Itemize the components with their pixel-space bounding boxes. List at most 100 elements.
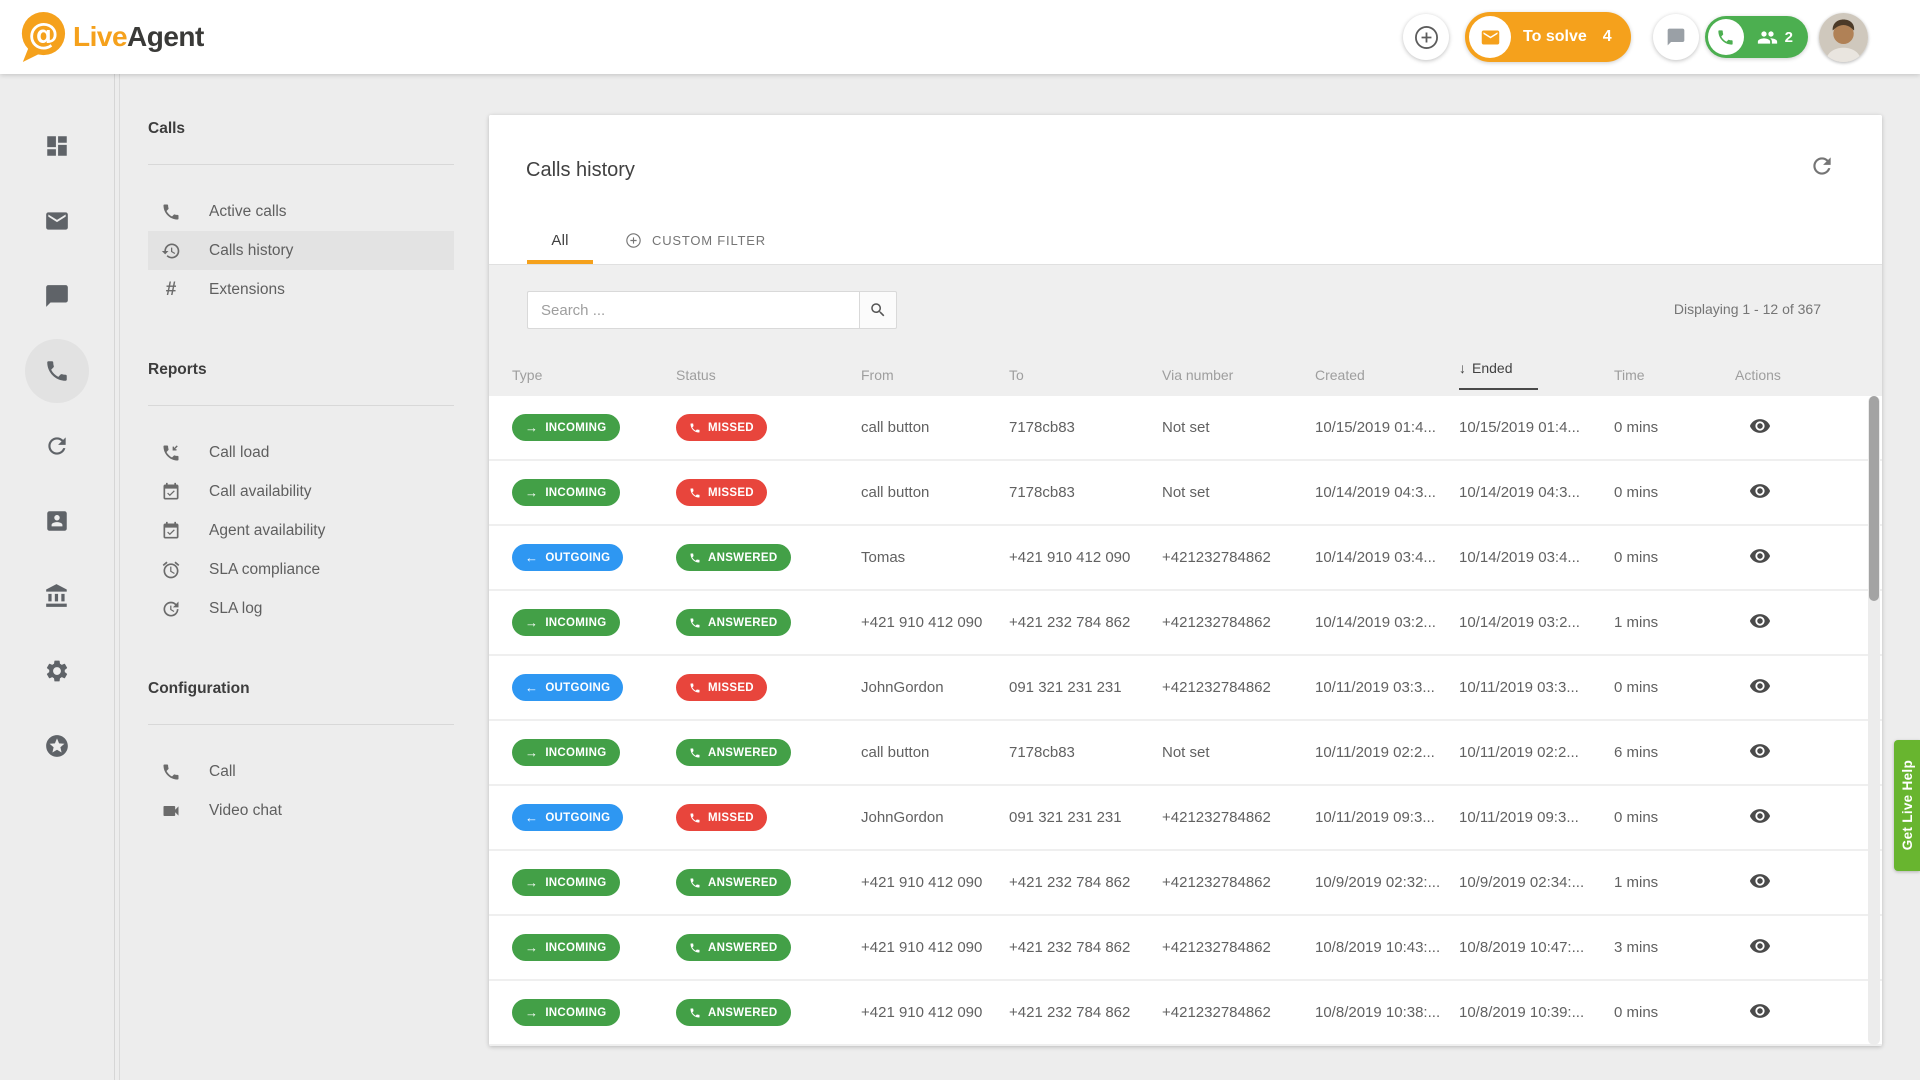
eye-icon [1749, 415, 1771, 437]
get-live-help-button[interactable]: Get Live Help [1894, 740, 1920, 871]
type-cell: →INCOMING [512, 934, 676, 961]
sidebar-item-calls-history[interactable]: Calls history [148, 231, 454, 270]
status-badge-label: ANSWERED [708, 552, 778, 564]
view-call-button[interactable] [1749, 869, 1773, 893]
view-call-button[interactable] [1749, 934, 1773, 958]
phone-icon [161, 762, 181, 782]
hash-icon: # [161, 280, 181, 300]
phone-icon [44, 358, 70, 384]
column-header-to[interactable]: To [1009, 367, 1162, 383]
type-badge: →INCOMING [512, 999, 620, 1026]
status-cell: MISSED [676, 479, 861, 506]
type-cell: →INCOMING [512, 414, 676, 441]
from-cell: +421 910 412 090 [861, 874, 1009, 891]
status-badge: MISSED [676, 804, 767, 831]
search-button[interactable] [859, 291, 897, 329]
rail-item-sync[interactable] [25, 414, 89, 478]
view-call-button[interactable] [1749, 804, 1773, 828]
view-call-button[interactable] [1749, 544, 1773, 568]
type-badge-label: OUTGOING [545, 682, 610, 694]
view-call-button[interactable] [1749, 479, 1773, 503]
tab-label: CUSTOM FILTER [652, 233, 766, 248]
phone-icon [689, 682, 701, 694]
tab-all[interactable]: All [527, 216, 593, 264]
sidebar-item-sla-log[interactable]: SLA log [148, 589, 454, 628]
refresh-icon[interactable] [1809, 153, 1835, 179]
status-badge: ANSWERED [676, 739, 791, 766]
to-cell: 091 321 231 231 [1009, 679, 1162, 696]
sidebar-menu: CallsActive callsCalls history#Extension… [119, 74, 456, 1080]
scrollbar-thumb[interactable] [1869, 396, 1879, 601]
sidebar-item-call-availability[interactable]: Call availability [148, 472, 454, 511]
search-input[interactable] [527, 291, 859, 329]
view-call-button[interactable] [1749, 414, 1773, 438]
phone-icon [689, 1007, 701, 1019]
arrow-right-icon: → [525, 940, 538, 955]
from-cell: +421 910 412 090 [861, 1004, 1009, 1021]
to-solve-button[interactable]: To solve 4 [1465, 12, 1631, 62]
sidebar-item-label: Agent availability [209, 522, 325, 540]
column-header-time[interactable]: Time [1614, 367, 1735, 383]
time-cell: 3 mins [1614, 939, 1735, 956]
table-row: →INCOMINGANSWERED+421 910 412 090+421 23… [489, 981, 1882, 1044]
status-badge: ANSWERED [676, 999, 791, 1026]
sidebar-item-call[interactable]: Call [148, 752, 454, 791]
view-call-button[interactable] [1749, 609, 1773, 633]
column-header-via-number[interactable]: Via number [1162, 367, 1315, 383]
rail-item-chat[interactable] [25, 264, 89, 328]
rail-item-contacts[interactable] [25, 489, 89, 553]
tab-custom-filter[interactable]: CUSTOM FILTER [625, 216, 766, 264]
agents-group-icon [1757, 27, 1778, 48]
column-header-type[interactable]: Type [512, 367, 676, 383]
rail-item-mail[interactable] [25, 189, 89, 253]
sidebar-item-extensions[interactable]: #Extensions [148, 270, 454, 309]
sidebar-item-video-chat[interactable]: Video chat [148, 791, 454, 830]
rail-item-star[interactable] [25, 714, 89, 778]
type-cell: →INCOMING [512, 869, 676, 896]
ended-cell: 10/15/2019 01:4... [1459, 419, 1614, 436]
rail-item-dashboard[interactable] [25, 114, 89, 178]
sidebar-item-sla-compliance[interactable]: SLA compliance [148, 550, 454, 589]
sidebar-section-reports: ReportsCall loadCall availabilityAgent a… [148, 361, 456, 652]
created-cell: 10/8/2019 10:43:... [1315, 939, 1459, 956]
add-button[interactable] [1403, 14, 1449, 60]
ended-cell: 10/14/2019 04:3... [1459, 484, 1614, 501]
column-header-from[interactable]: From [861, 367, 1009, 383]
rail-item-settings[interactable] [25, 639, 89, 703]
column-header-created[interactable]: Created [1315, 367, 1459, 383]
via-number-cell: +421232784862 [1162, 874, 1315, 891]
rail-item-phone[interactable] [25, 339, 89, 403]
rail-item-bank[interactable] [25, 564, 89, 628]
sync-icon [44, 433, 70, 459]
ended-cell: 10/8/2019 10:39:... [1459, 1004, 1614, 1021]
to-cell: 091 321 231 231 [1009, 809, 1162, 826]
time-cell: 0 mins [1614, 484, 1735, 501]
view-call-button[interactable] [1749, 739, 1773, 763]
topbar-actions: To solve 4 2 [1403, 0, 1868, 74]
sidebar-item-label: Video chat [209, 802, 282, 820]
table-row: →INCOMINGANSWERED+421 910 412 090+421 23… [489, 851, 1882, 914]
sidebar-item-active-calls[interactable]: Active calls [148, 192, 454, 231]
column-header-ended[interactable]: ↓Ended [1459, 360, 1614, 390]
chats-button[interactable] [1653, 14, 1699, 60]
to-cell: +421 232 784 862 [1009, 874, 1162, 891]
view-call-button[interactable] [1749, 674, 1773, 698]
scrollbar-track[interactable] [1868, 396, 1880, 1045]
to-cell: 7178cb83 [1009, 419, 1162, 436]
status-badge-label: MISSED [708, 487, 754, 499]
column-header-status[interactable]: Status [676, 367, 861, 383]
status-cell: ANSWERED [676, 999, 861, 1026]
calls-online-button[interactable]: 2 [1705, 16, 1808, 58]
type-badge: ←OUTGOING [512, 804, 623, 831]
user-avatar[interactable] [1819, 13, 1868, 62]
sidebar-item-agent-availability[interactable]: Agent availability [148, 511, 454, 550]
time-cell: 0 mins [1614, 419, 1735, 436]
column-header-actions[interactable]: Actions [1735, 367, 1882, 383]
sidebar-item-call-load[interactable]: Call load [148, 433, 454, 472]
ended-cell: 10/14/2019 03:4... [1459, 549, 1614, 566]
eye-icon [1749, 870, 1771, 892]
view-call-button[interactable] [1749, 999, 1773, 1023]
sidebar-item-label: Call load [209, 444, 269, 462]
column-label: Ended [1472, 360, 1512, 376]
sidebar-item-label: Calls history [209, 242, 293, 260]
